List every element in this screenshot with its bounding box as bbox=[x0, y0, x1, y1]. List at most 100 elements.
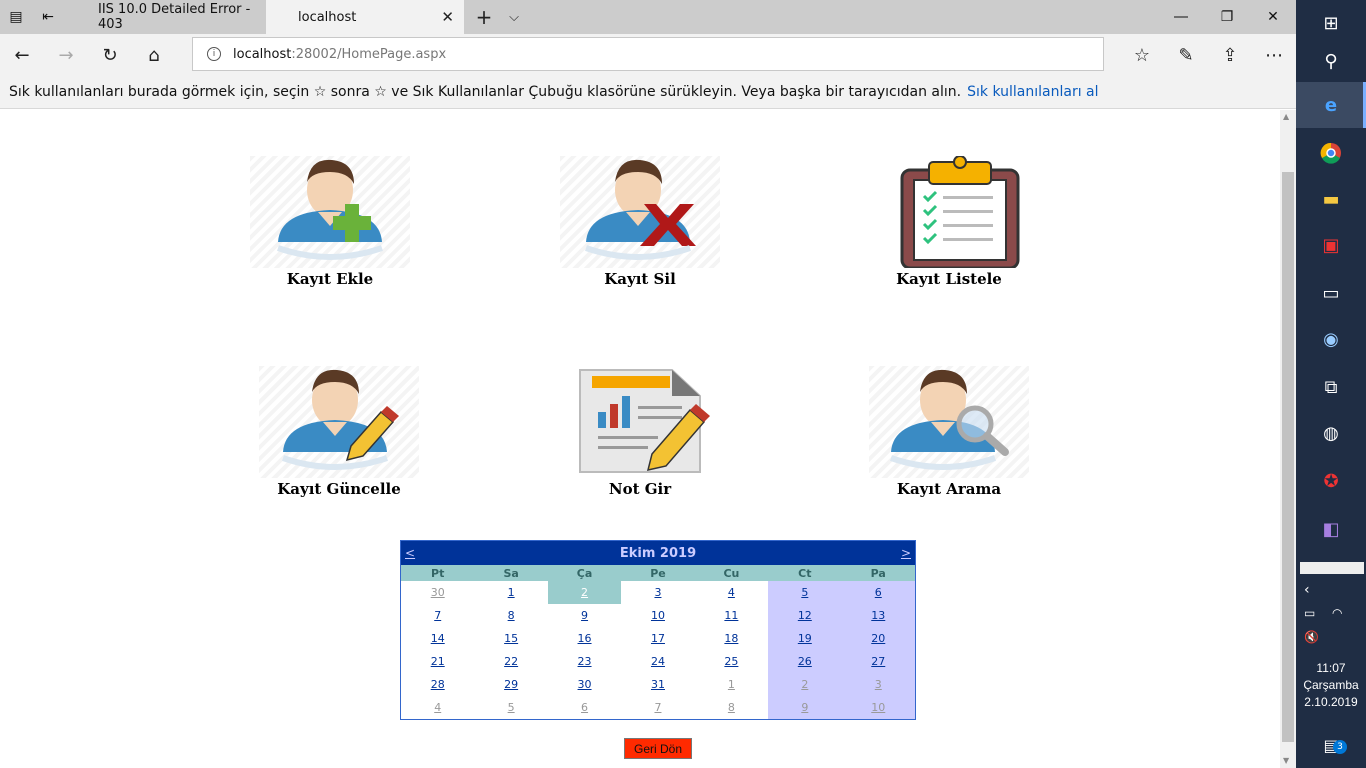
calendar-day[interactable]: 29 bbox=[474, 673, 547, 696]
calendar-day[interactable]: 5 bbox=[768, 581, 842, 604]
calendar-day[interactable]: 26 bbox=[768, 650, 842, 673]
address-bar[interactable]: i localhost:28002/HomePage.aspx bbox=[192, 37, 1104, 71]
calendar-day[interactable]: 2 bbox=[768, 673, 842, 696]
calendar-day[interactable]: 25 bbox=[695, 650, 768, 673]
antivirus-icon[interactable]: ✪ bbox=[1296, 458, 1366, 504]
volume-muted-icon[interactable]: 🔇 bbox=[1304, 630, 1319, 644]
menu-delete-record[interactable]: Kayıt Sil bbox=[540, 156, 740, 288]
wifi-icon[interactable]: ◠ bbox=[1332, 606, 1342, 620]
calendar-day[interactable]: 7 bbox=[621, 696, 694, 719]
calendar-day[interactable]: 3 bbox=[841, 673, 915, 696]
calendar-day[interactable]: 9 bbox=[768, 696, 842, 719]
scroll-thumb[interactable] bbox=[1282, 172, 1294, 742]
steam-icon[interactable]: ◍ bbox=[1296, 410, 1366, 456]
favorites-icon[interactable]: ☆ bbox=[1120, 34, 1164, 76]
clipboard-list-icon[interactable] bbox=[869, 156, 1029, 268]
calendar-day[interactable]: 4 bbox=[401, 696, 474, 719]
pen-icon[interactable]: ✎ bbox=[1164, 34, 1208, 76]
minimize-icon[interactable]: ― bbox=[1158, 0, 1204, 34]
calendar-day[interactable]: 22 bbox=[474, 650, 547, 673]
refresh-icon[interactable]: ↻ bbox=[88, 34, 132, 76]
menu-enter-note[interactable]: Not Gir bbox=[540, 366, 740, 498]
home-icon[interactable]: ⌂ bbox=[132, 34, 176, 76]
calendar-day[interactable]: 23 bbox=[548, 650, 621, 673]
forward-icon[interactable]: → bbox=[44, 34, 88, 76]
chrome-icon[interactable] bbox=[1296, 130, 1366, 176]
set-aside-tabs-icon[interactable]: ⇤ bbox=[32, 0, 64, 34]
edge-icon[interactable]: e bbox=[1296, 82, 1366, 128]
restore-icon[interactable]: ❐ bbox=[1204, 0, 1250, 34]
new-tab-icon[interactable]: + bbox=[470, 0, 498, 34]
calendar-day[interactable]: 5 bbox=[474, 696, 547, 719]
close-tab-icon[interactable]: ✕ bbox=[441, 8, 454, 26]
close-window-icon[interactable]: ✕ bbox=[1250, 0, 1296, 34]
share-icon[interactable]: ⇪ bbox=[1208, 34, 1252, 76]
previous-month-link[interactable]: < bbox=[405, 546, 415, 560]
calendar-day[interactable]: 14 bbox=[401, 627, 474, 650]
menu-update-record[interactable]: Kayıt Güncelle bbox=[239, 366, 439, 498]
calendar-day[interactable]: 31 bbox=[621, 673, 694, 696]
menu-search-record[interactable]: Kayıt Arama bbox=[849, 366, 1049, 498]
scroll-down-icon[interactable]: ▼ bbox=[1283, 756, 1289, 765]
calendar-day[interactable]: 19 bbox=[768, 627, 842, 650]
calendar-day[interactable]: 15 bbox=[474, 627, 547, 650]
user-add-icon[interactable] bbox=[250, 156, 410, 268]
app-icon[interactable]: ◉ bbox=[1296, 316, 1366, 362]
report-edit-icon[interactable] bbox=[560, 366, 720, 478]
tabs-aside-icon[interactable]: ▤ bbox=[0, 0, 32, 34]
next-month-link[interactable]: > bbox=[901, 546, 911, 560]
import-favorites-link[interactable]: Sık kullanılanları al bbox=[967, 84, 1098, 100]
site-info-icon[interactable]: i bbox=[207, 47, 221, 61]
page-scrollbar[interactable]: ▲ ▼ bbox=[1280, 110, 1296, 768]
calendar-day[interactable]: 21 bbox=[401, 650, 474, 673]
calendar-day[interactable]: 13 bbox=[841, 604, 915, 627]
calendar-day[interactable]: 8 bbox=[695, 696, 768, 719]
calendar-day[interactable]: 6 bbox=[548, 696, 621, 719]
calendar-day[interactable]: 24 bbox=[621, 650, 694, 673]
media-player-icon[interactable]: ▣ bbox=[1296, 222, 1366, 268]
visual-studio-icon[interactable]: ◧ bbox=[1296, 506, 1366, 552]
calendar-day[interactable]: 11 bbox=[695, 604, 768, 627]
file-explorer-icon[interactable]: ▬ bbox=[1296, 176, 1366, 222]
taskbar-scroll[interactable] bbox=[1300, 562, 1364, 574]
menu-add-record[interactable]: Kayıt Ekle bbox=[230, 156, 430, 288]
more-icon[interactable]: ⋯ bbox=[1252, 34, 1296, 76]
remote-desktop-icon[interactable]: ▭ bbox=[1296, 270, 1366, 316]
calendar-day[interactable]: 1 bbox=[695, 673, 768, 696]
calendar-day[interactable]: 20 bbox=[841, 627, 915, 650]
back-button[interactable]: Geri Dön bbox=[624, 738, 692, 759]
clock[interactable]: 11:07 Çarşamba 2.10.2019 bbox=[1296, 660, 1366, 711]
calendar-day[interactable]: 30 bbox=[401, 581, 474, 604]
calendar-day[interactable]: 7 bbox=[401, 604, 474, 627]
scroll-up-icon[interactable]: ▲ bbox=[1283, 112, 1289, 121]
calendar-day[interactable]: 27 bbox=[841, 650, 915, 673]
calendar-day[interactable]: 17 bbox=[621, 627, 694, 650]
user-search-icon[interactable] bbox=[869, 366, 1029, 478]
calendar-day[interactable]: 28 bbox=[401, 673, 474, 696]
calendar-day[interactable]: 3 bbox=[621, 581, 694, 604]
calendar-day[interactable]: 4 bbox=[695, 581, 768, 604]
calendar-day[interactable]: 1 bbox=[474, 581, 547, 604]
back-icon[interactable]: ← bbox=[0, 34, 44, 76]
menu-list-records[interactable]: Kayıt Listele bbox=[849, 156, 1049, 288]
user-delete-icon[interactable] bbox=[560, 156, 720, 268]
calendar-day[interactable]: 18 bbox=[695, 627, 768, 650]
calendar-day[interactable]: 6 bbox=[841, 581, 915, 604]
calendar-day[interactable]: 10 bbox=[621, 604, 694, 627]
chevron-left-icon[interactable]: ‹ bbox=[1304, 582, 1310, 598]
search-icon[interactable]: ⚲ bbox=[1296, 38, 1366, 84]
calendar-day[interactable]: 30 bbox=[548, 673, 621, 696]
connection-icon[interactable]: ⧉ bbox=[1296, 364, 1366, 410]
battery-icon[interactable]: ▭ bbox=[1304, 606, 1315, 620]
calendar-day[interactable]: 16 bbox=[548, 627, 621, 650]
calendar-day[interactable]: 12 bbox=[768, 604, 842, 627]
tab-iis-error[interactable]: IIS 10.0 Detailed Error - 403 bbox=[66, 0, 266, 34]
user-edit-icon[interactable] bbox=[259, 366, 419, 478]
calendar-day[interactable]: 8 bbox=[474, 604, 547, 627]
notification-center-icon[interactable]: ▤ bbox=[1296, 728, 1366, 762]
tab-localhost[interactable]: localhost ✕ bbox=[266, 0, 464, 34]
calendar-day[interactable]: 10 bbox=[841, 696, 915, 719]
chevron-down-icon[interactable]: ⌵ bbox=[500, 0, 528, 34]
calendar-day[interactable]: 9 bbox=[548, 604, 621, 627]
calendar-day[interactable]: 2 bbox=[547, 581, 622, 604]
